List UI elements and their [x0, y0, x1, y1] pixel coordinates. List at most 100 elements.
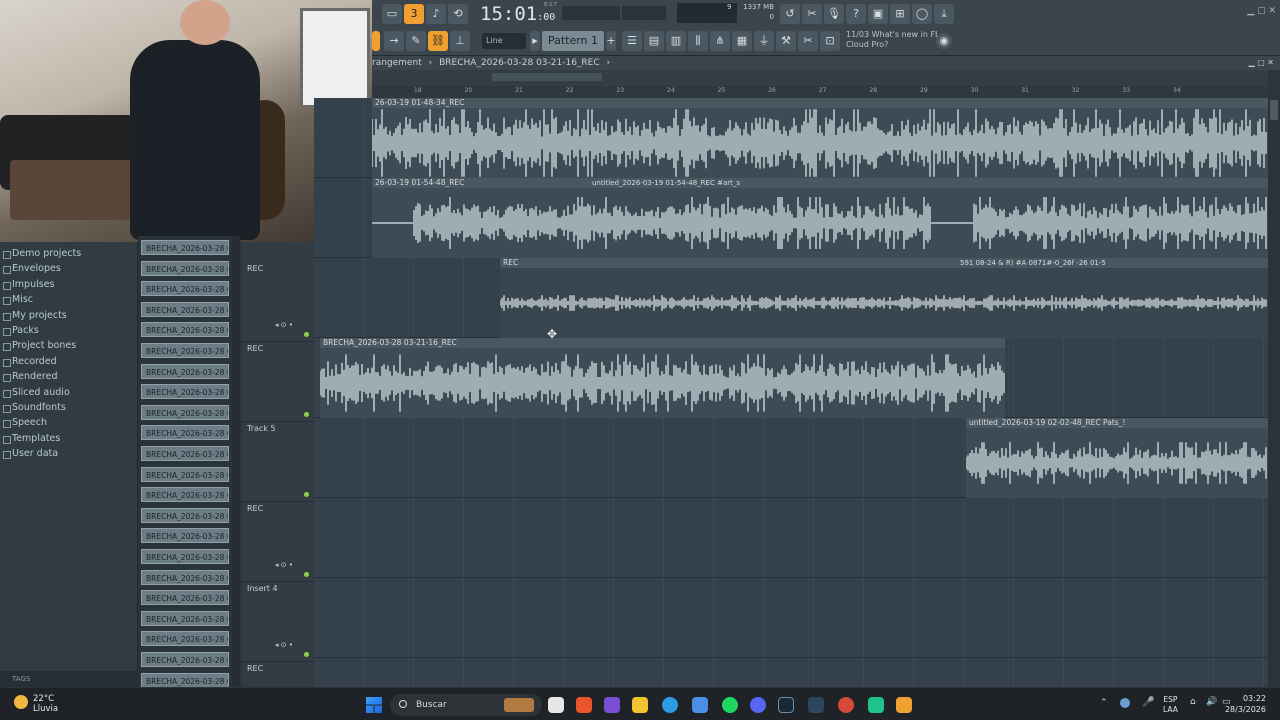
plug-icon[interactable]: ⏚	[754, 31, 774, 51]
copilot-icon[interactable]	[604, 697, 620, 713]
chrome-icon[interactable]	[838, 697, 854, 713]
file-item[interactable]: BRECHA_2026-03-28 03-	[141, 507, 229, 523]
channel-rack-icon[interactable]: ▥	[666, 31, 686, 51]
browser-item[interactable]: Impulses	[0, 277, 137, 292]
file-item[interactable]: BRECHA_2026-03-28 02-	[141, 466, 229, 482]
file-item[interactable]: BRECHA_2026-03-28 02-	[141, 487, 229, 503]
snap-select[interactable]: Line	[482, 33, 526, 49]
browser-item[interactable]: Sliced audio	[0, 385, 137, 400]
clipboard-icon[interactable]: ▦	[732, 31, 752, 51]
breadcrumb-prefix[interactable]: rangement	[372, 58, 422, 68]
audio-clip[interactable]: 26-03-19 01-48-34_REC	[372, 98, 1268, 178]
audio-clip[interactable]: BRECHA_2026-03-28 03-21-16_REC	[320, 338, 1005, 418]
track-header[interactable]: Track 5	[242, 422, 314, 502]
news-panel[interactable]: 11/03 What's new in FL Cloud Pro?	[846, 30, 940, 50]
playlist-vertical-scrollbar[interactable]	[1268, 98, 1280, 687]
stamp-icon[interactable]: ⊥	[450, 31, 470, 51]
browser-item[interactable]: Soundfonts	[0, 400, 137, 415]
playlist-icon[interactable]: ☰	[622, 31, 642, 51]
steam-icon[interactable]	[778, 697, 794, 713]
playlist-lane[interactable]	[314, 498, 1268, 578]
chat-icon[interactable]: ◯	[912, 4, 932, 24]
arrow-right-icon[interactable]: →	[384, 31, 404, 51]
task-view-icon[interactable]	[548, 697, 564, 713]
track-name[interactable]: REC	[247, 264, 263, 273]
file-item[interactable]: BRECHA_2026-03-28 02-	[141, 425, 229, 441]
browser-item[interactable]: Envelopes	[0, 261, 137, 276]
brave-browser-icon[interactable]	[576, 697, 592, 713]
track-header[interactable]: Insert 4 ◂ ⊙ •	[242, 582, 314, 662]
track-name[interactable]: REC	[247, 344, 263, 353]
breadcrumb-current[interactable]: BRECHA_2026-03-28 03-21-16_REC	[439, 58, 600, 68]
playlist-lane[interactable]	[314, 578, 1268, 658]
track-active-led[interactable]	[304, 492, 309, 497]
scissors-icon[interactable]: ✂	[798, 31, 818, 51]
browser-item[interactable]: User data	[0, 446, 137, 461]
app-green-icon[interactable]	[868, 697, 884, 713]
edge-icon[interactable]	[662, 697, 678, 713]
timeline-ruler[interactable]: 18 20 21 22 23 24 25 26 27 28 29 30 31 32 33 34	[372, 86, 1268, 98]
panel-window-controls[interactable]: ▁ ▢ ✕	[1249, 56, 1275, 70]
scrollbar-thumb[interactable]	[492, 73, 602, 81]
pencil-icon[interactable]: ✎	[406, 31, 426, 51]
audio-clip[interactable]: untitled_2026-03-19 02-02-48_REC Pats_!	[966, 418, 1268, 498]
microphone-tray-icon[interactable]: 🎤	[1142, 697, 1154, 708]
file-item[interactable]: BRECHA_2026-03-28 02-	[141, 446, 229, 461]
loop-record-icon[interactable]: ⟲	[448, 4, 468, 24]
globe-icon[interactable]: ◉	[936, 33, 952, 49]
track-active-led[interactable]	[304, 652, 309, 657]
tools-icon[interactable]: ⚒	[776, 31, 796, 51]
track-controls-icon[interactable]: ◂ ⊙ •	[275, 321, 293, 329]
browser-item[interactable]: Packs	[0, 323, 137, 338]
file-explorer-icon[interactable]	[632, 697, 648, 713]
file-item[interactable]: BRECHA_2026-03-28 03-	[141, 569, 229, 585]
browser-item[interactable]: Misc	[0, 292, 137, 307]
discord-icon[interactable]	[750, 697, 766, 713]
playlist-horizontal-scrollbar[interactable]	[372, 70, 1268, 86]
file-item[interactable]: BRECHA_2026-03-28 02-	[141, 384, 229, 400]
taskbar-search[interactable]: Buscar	[390, 694, 542, 716]
file-item[interactable]: BRECHA_2026-03-28 02-	[141, 322, 229, 338]
network-icon[interactable]: ⌂	[1190, 697, 1196, 707]
spotify-icon[interactable]	[722, 697, 738, 713]
pattern-prev-icon[interactable]: ▸	[530, 31, 540, 51]
pattern-add-icon[interactable]: +	[606, 31, 616, 51]
undo-icon[interactable]: ↺	[780, 4, 800, 24]
volume-icon[interactable]: 🔊	[1206, 697, 1217, 707]
file-item[interactable]: BRECHA_2026-03-28 02-	[141, 343, 229, 358]
track-header[interactable]: REC ◂ ⊙ •	[242, 262, 314, 342]
store-icon[interactable]	[692, 697, 708, 713]
fl-studio-icon[interactable]	[896, 697, 912, 713]
browser-item[interactable]: Rendered	[0, 369, 137, 384]
browser-item[interactable]: Recorded	[0, 354, 137, 369]
window-controls[interactable]: ▁ ▢ ✕	[1247, 6, 1276, 16]
browser-item[interactable]: Demo projects	[0, 246, 137, 261]
scrollbar-thumb[interactable]	[1270, 100, 1278, 120]
browser-item[interactable]: Speech	[0, 415, 137, 430]
track-name[interactable]: REC	[247, 504, 263, 513]
file-item[interactable]: BRECHA_2026-03-28 03-	[141, 652, 229, 667]
browser-item[interactable]: Templates	[0, 431, 137, 446]
track-name[interactable]: Track 5	[247, 424, 276, 433]
track-controls-icon[interactable]: ◂ ⊙ •	[275, 641, 293, 649]
audio-clip[interactable]: REC 591 08-24 & R) #A 0871#-0_26f -26 01-…	[500, 258, 1268, 338]
track-controls-icon[interactable]: ◂ ⊙ •	[275, 561, 293, 569]
track-active-led[interactable]	[304, 332, 309, 337]
file-item[interactable]: BRECHA_2026-03-28 02-	[141, 363, 229, 379]
track-name[interactable]: Insert 4	[247, 584, 278, 593]
tray-chevron-icon[interactable]: ⌃	[1100, 698, 1108, 708]
link-icon[interactable]: ⛓	[428, 31, 448, 51]
file-item[interactable]: BRECHA_2026-03-28 03-	[141, 631, 229, 647]
language-indicator[interactable]: ESP LAA	[1163, 695, 1178, 715]
download-icon[interactable]: ⤓	[934, 4, 954, 24]
track-name[interactable]: REC	[247, 664, 263, 673]
file-item[interactable]: BRECHA_2026-03-28 02-	[141, 301, 229, 317]
help-icon[interactable]: ?	[846, 4, 866, 24]
clock-tray[interactable]: 03:22 28/3/2026	[1225, 693, 1266, 715]
browser-item[interactable]: Project bones	[0, 338, 137, 353]
file-item[interactable]: BRECHA_2026-03-28 01-	[141, 281, 229, 297]
plugin-icon[interactable]: ⊞	[890, 4, 910, 24]
audio-clip[interactable]: 26-03-19 01-54-48_REC untitled_2026-03-19…	[372, 178, 1268, 258]
start-icon[interactable]	[366, 697, 382, 713]
record-arm-icon[interactable]	[372, 31, 380, 51]
